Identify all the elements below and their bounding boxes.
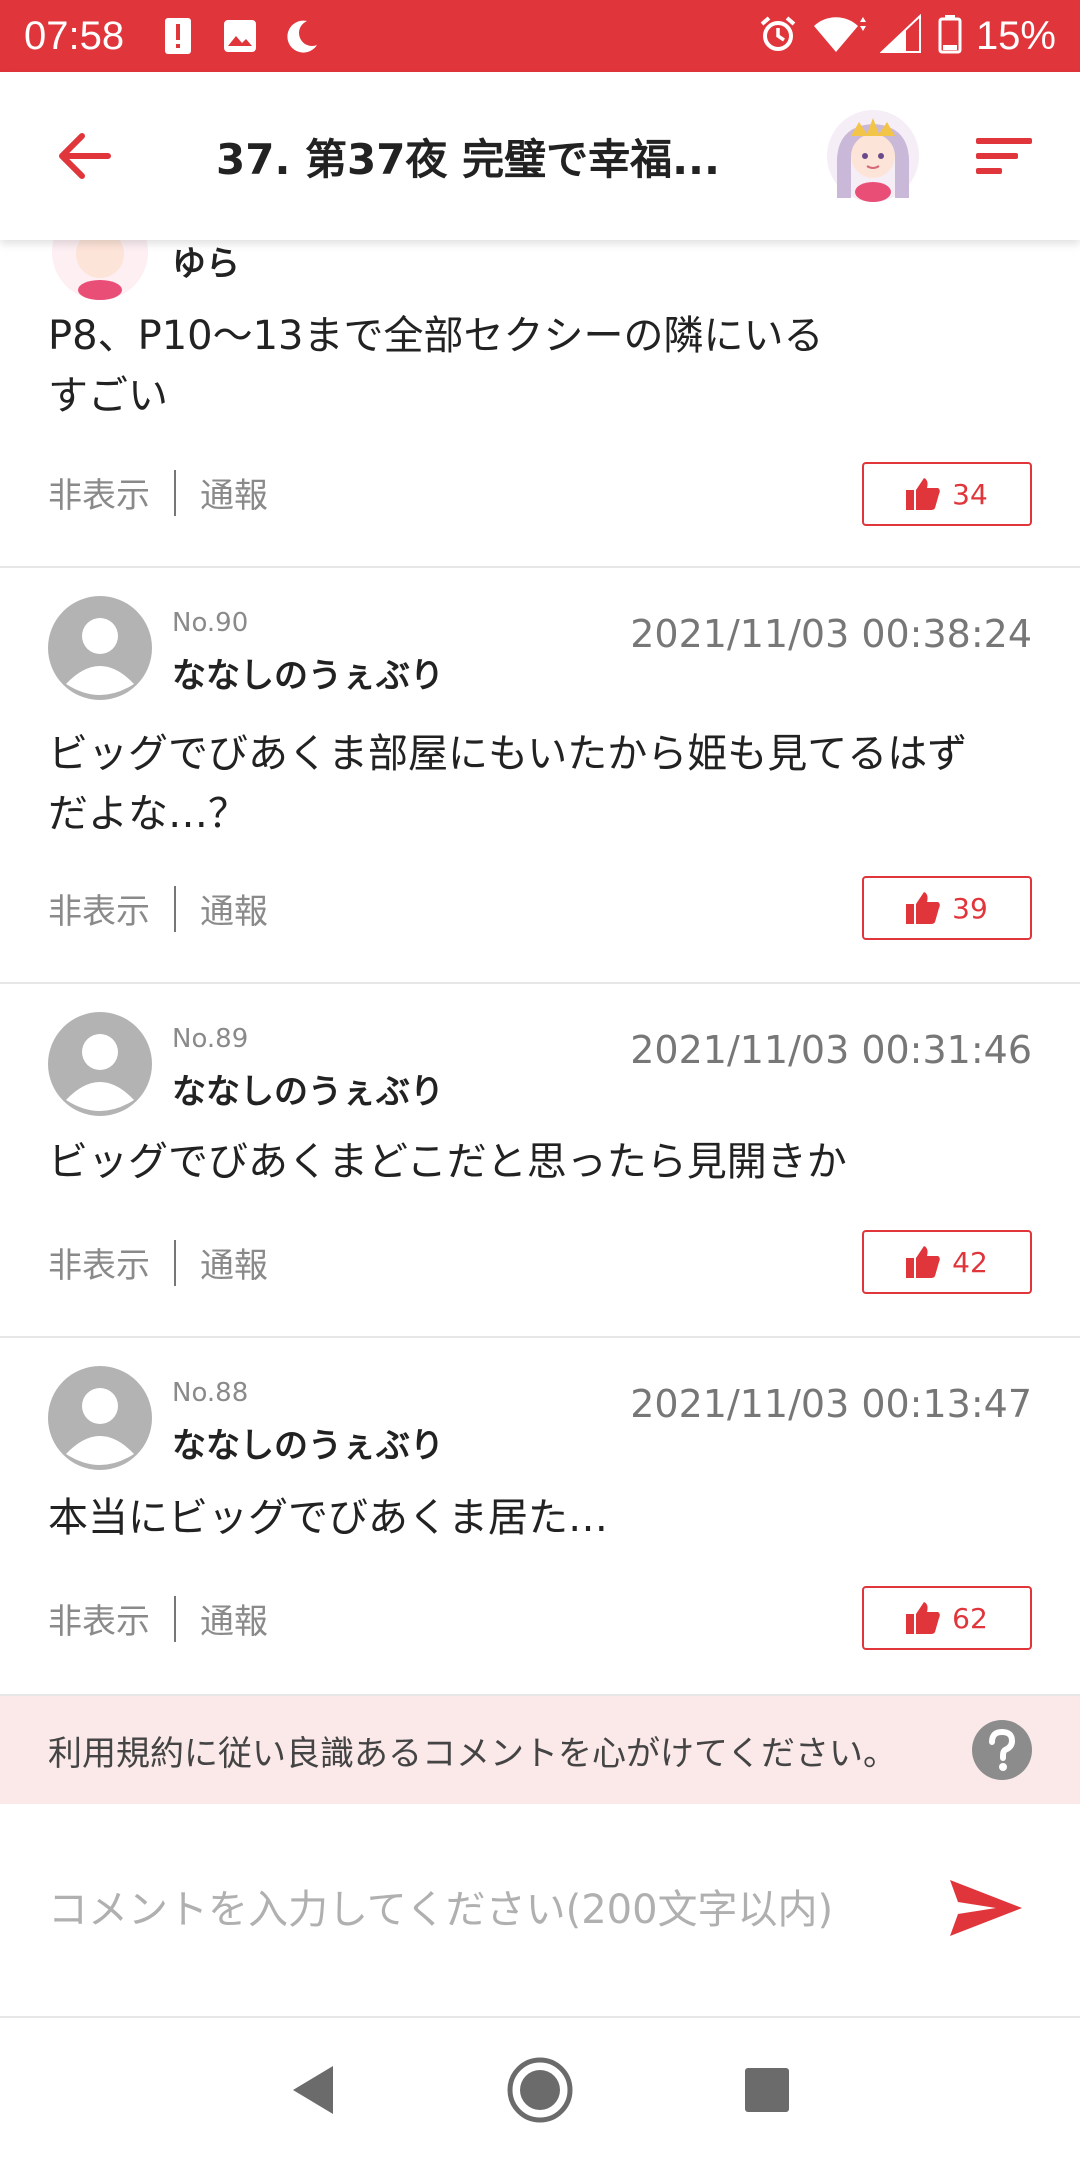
wifi-icon (812, 14, 866, 58)
app-bar: 37. 第37夜 完璧で幸福... (0, 72, 1080, 240)
battery-percent: 15% (975, 13, 1056, 58)
comment-list: ゆら P8、P10～13まで全部セクシーの隣にいる すごい 非表示 通報 34 … (0, 204, 1080, 1696)
nav-back-icon (293, 2066, 334, 2114)
sort-menu-button[interactable] (954, 106, 1054, 206)
like-count: 62 (952, 1601, 988, 1635)
comment-item: No.88 ななしのうぇぶり 2021/11/03 00:13:47 本当にビッ… (0, 1338, 1080, 1696)
nav-back-button[interactable] (273, 2050, 353, 2130)
default-user-avatar-icon (48, 1366, 152, 1470)
moon-icon (282, 16, 322, 56)
comment-item: No.90 ななしのうぇぶり 2021/11/03 00:38:24 ビッグでび… (0, 568, 1080, 984)
comment-text-line: ビッグでびあくま部屋にもいたから姫も見てるはず (48, 731, 968, 777)
comment-text: ビッグでびあくま部屋にもいたから姫も見てるはず だよな…？ (48, 724, 1032, 844)
page-title: 37. 第37夜 完璧で幸福... (216, 134, 720, 184)
comment-actions: 非表示 通報 (48, 468, 268, 517)
comment-item: No.89 ななしのうぇぶり 2021/11/03 00:31:46 ビッグでび… (0, 984, 1080, 1338)
report-button[interactable]: 通報 (200, 884, 268, 933)
comment-text-line: 本当にビッグでびあくま居た… (48, 1495, 608, 1541)
sort-icon (976, 138, 1032, 174)
header-avatar-button[interactable] (818, 101, 928, 211)
nav-home-icon (507, 2057, 573, 2123)
report-button[interactable]: 通報 (200, 468, 268, 517)
image-icon (220, 16, 260, 56)
comment-author: ななしのうぇぶり (172, 1072, 444, 1112)
divider (174, 1595, 176, 1642)
default-user-avatar-icon (48, 596, 152, 700)
like-count: 34 (952, 477, 988, 511)
alarm-icon (758, 14, 798, 58)
comment-actions: 非表示 通報 (48, 1238, 268, 1287)
comment-input-row (0, 1804, 1080, 2018)
comment-number: No.90 (172, 608, 249, 638)
comment-author: ななしのうぇぶり (172, 1426, 444, 1466)
send-icon[interactable] (948, 1876, 1024, 1940)
nav-recents-icon (744, 2068, 789, 2112)
divider (174, 885, 176, 932)
comment-text-line: P8、P10～13まで全部セクシーの隣にいる (48, 313, 824, 359)
comment-text-line: だよな…？ (48, 791, 248, 837)
thumbs-up-icon (906, 1246, 940, 1278)
like-button[interactable]: 62 (862, 1586, 1032, 1650)
like-count: 42 (952, 1245, 988, 1279)
comment-text: 本当にビッグでびあくま居た… (48, 1488, 1032, 1548)
comment-actions: 非表示 通報 (48, 884, 268, 933)
comment-input[interactable] (48, 1887, 908, 1933)
character-avatar-icon (827, 110, 919, 202)
nav-recents-button[interactable] (727, 2050, 807, 2130)
thumbs-up-icon (906, 1602, 940, 1634)
like-button[interactable]: 34 (862, 462, 1032, 526)
system-nav-bar (0, 2020, 1080, 2160)
comment-author: ななしのうぇぶり (172, 656, 444, 696)
default-user-avatar-icon (48, 1012, 152, 1116)
hide-button[interactable]: 非表示 (48, 468, 150, 517)
comment-number: No.89 (172, 1024, 249, 1054)
comment-item: ゆら P8、P10～13まで全部セクシーの隣にいる すごい 非表示 通報 34 (0, 204, 1080, 568)
divider (174, 469, 176, 516)
report-button[interactable]: 通報 (200, 1594, 268, 1643)
battery-icon (938, 14, 962, 58)
help-icon[interactable] (972, 1720, 1032, 1780)
status-time: 07:58 (24, 13, 125, 58)
report-button[interactable]: 通報 (200, 1238, 268, 1287)
comment-date: 2021/11/03 00:13:47 (630, 1382, 1032, 1426)
hide-button[interactable]: 非表示 (48, 1238, 150, 1287)
like-button[interactable]: 42 (862, 1230, 1032, 1294)
hide-button[interactable]: 非表示 (48, 1594, 150, 1643)
guideline-notice: 利用規約に従い良識あるコメントを心がけてください。 (0, 1696, 1080, 1804)
comment-actions: 非表示 通報 (48, 1594, 268, 1643)
like-count: 39 (952, 891, 988, 925)
comment-date: 2021/11/03 00:38:24 (630, 612, 1032, 656)
arrow-left-icon (59, 133, 111, 179)
thumbs-up-icon (906, 892, 940, 924)
thumbs-up-icon (906, 478, 940, 510)
comment-date: 2021/11/03 00:31:46 (630, 1028, 1032, 1072)
comment-author: ゆら (172, 244, 240, 284)
comment-text: P8、P10～13まで全部セクシーの隣にいる すごい (48, 306, 1032, 426)
notice-text: 利用規約に従い良識あるコメントを心がけてください。 (48, 1733, 897, 1774)
back-button[interactable] (24, 96, 144, 216)
status-bar: 07:58 15% (0, 0, 1080, 72)
alert-icon (158, 16, 198, 56)
divider (174, 1239, 176, 1286)
like-button[interactable]: 39 (862, 876, 1032, 940)
hide-button[interactable]: 非表示 (48, 884, 150, 933)
comment-number: No.88 (172, 1378, 249, 1408)
comment-text-line: ビッグでびあくまどこだと思ったら見開きか (48, 1139, 847, 1185)
comment-text: ビッグでびあくまどこだと思ったら見開きか (48, 1132, 1032, 1192)
comment-text-line: すごい (48, 373, 168, 419)
nav-home-button[interactable] (500, 2050, 580, 2130)
signal-icon (879, 13, 924, 58)
